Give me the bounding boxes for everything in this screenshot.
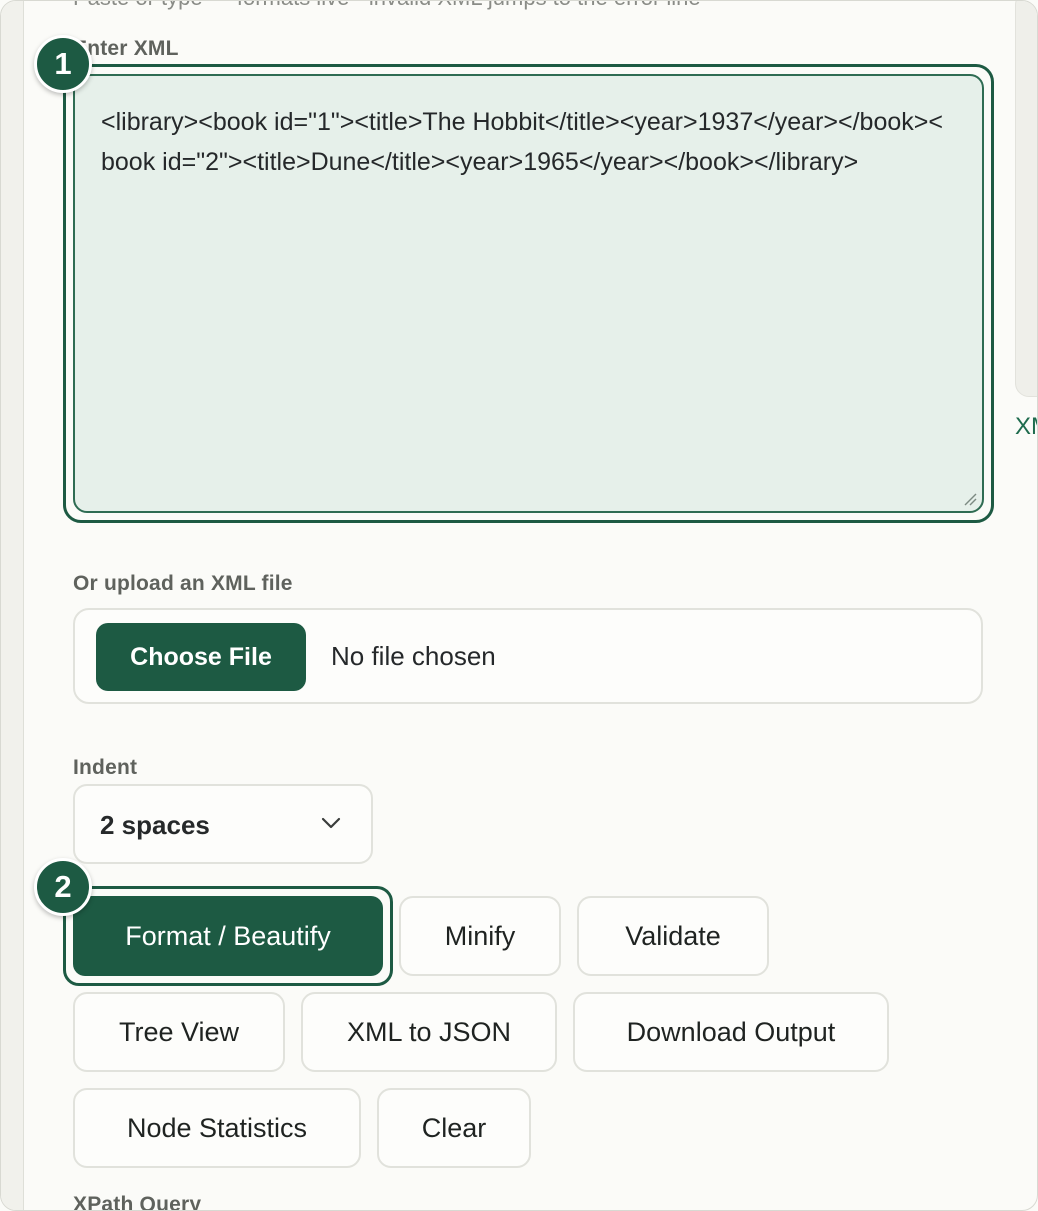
tree-view-button[interactable]: Tree View <box>73 992 285 1072</box>
right-side-panel <box>1015 1 1037 397</box>
format-beautify-button[interactable]: Format / Beautify <box>73 896 383 976</box>
format-button-highlight: Format / Beautify <box>63 886 393 986</box>
chevron-down-icon <box>321 817 341 829</box>
validate-button[interactable]: Validate <box>577 896 769 976</box>
xml-input[interactable]: <library><book id="1"><title>The Hobbit<… <box>73 74 984 513</box>
download-output-button[interactable]: Download Output <box>573 992 889 1072</box>
clear-button[interactable]: Clear <box>377 1088 531 1168</box>
indent-label: Indent <box>73 756 138 779</box>
upload-label: Or upload an XML file <box>73 572 293 595</box>
left-rail <box>1 1 24 1210</box>
xml-to-json-button[interactable]: XML to JSON <box>301 992 557 1072</box>
step-badge-1: 1 <box>34 35 92 93</box>
node-statistics-button[interactable]: Node Statistics <box>73 1088 361 1168</box>
xml-input-highlight: <library><book id="1"><title>The Hobbit<… <box>63 64 994 523</box>
indent-selected-value: 2 spaces <box>100 810 210 840</box>
file-upload-field: Choose File No file chosen <box>73 608 983 704</box>
xpath-query-label: XPath Query <box>73 1193 202 1211</box>
step-badge-2: 2 <box>34 858 92 916</box>
file-status-text: No file chosen <box>331 641 496 671</box>
instructions-hint: Paste or type — formats live · invalid X… <box>73 1 701 11</box>
indent-select[interactable]: 2 spaces <box>73 784 373 864</box>
minify-button[interactable]: Minify <box>399 896 561 976</box>
resize-handle-icon[interactable] <box>963 492 977 506</box>
choose-file-button[interactable]: Choose File <box>96 623 306 691</box>
right-panel-label: XML <box>1015 413 1037 440</box>
app-frame: XML Paste or type — formats live · inval… <box>0 0 1038 1211</box>
